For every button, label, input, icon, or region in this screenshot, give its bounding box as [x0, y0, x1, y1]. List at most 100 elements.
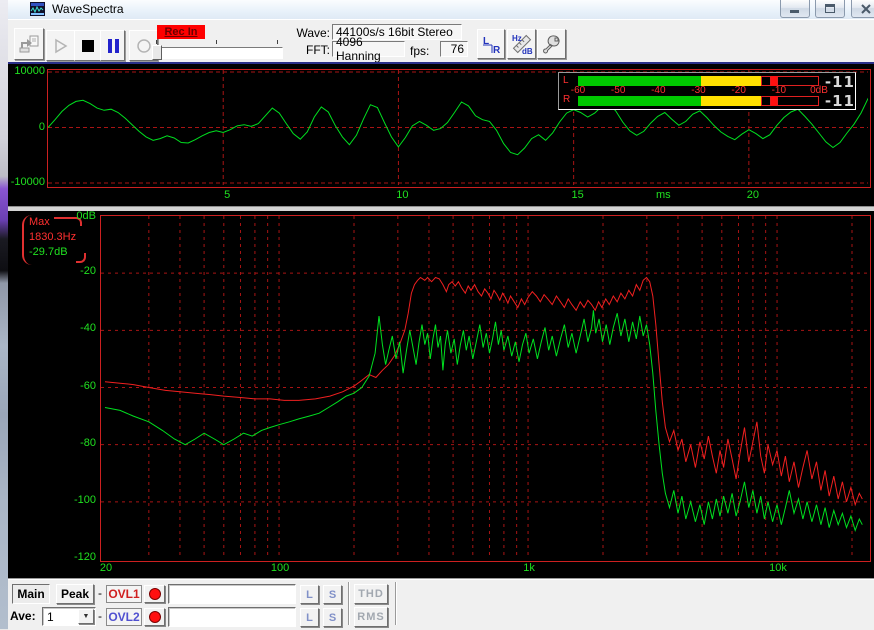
fft-label: FFT:	[288, 43, 330, 57]
spectrum-x-tick-label: 10k	[765, 562, 791, 574]
minimize-icon	[790, 4, 800, 13]
waveform-x-tick-label: 5	[217, 189, 237, 201]
meter-scale-label: -40	[644, 85, 672, 96]
window-title: WaveSpectra	[52, 2, 124, 16]
waveform-y-tick-label: 0	[5, 121, 45, 133]
background-window-edge	[0, 0, 8, 629]
record-dot-icon	[149, 611, 161, 623]
right-channel-trace	[105, 310, 862, 530]
slider-tick	[156, 40, 157, 44]
ovl2-save-button[interactable]: S	[323, 608, 342, 627]
ovl1-button[interactable]: OVL1	[106, 585, 142, 603]
waveform-y-tick-label: 10000	[5, 65, 45, 77]
maximize-icon	[825, 4, 835, 14]
ovl1-save-button[interactable]: S	[323, 585, 342, 604]
play-icon	[53, 38, 69, 54]
wrench-icon	[542, 34, 562, 54]
spectrum-y-tick-label: -60	[56, 380, 96, 392]
waveform-panel: 100000-10000 5101520 ms L R -60-50-40-30…	[8, 64, 874, 206]
meter-green-segment	[578, 76, 701, 86]
ovl1-load-button[interactable]: L	[300, 585, 319, 604]
chevron-down-icon: ▼	[83, 613, 90, 620]
hz-db-scale-icon: Hz dB	[511, 33, 533, 55]
svg-text:Hz: Hz	[512, 34, 522, 43]
slider-tick	[277, 40, 278, 44]
ovl1-record-button[interactable]	[144, 585, 165, 603]
fps-label: fps:	[410, 44, 429, 58]
spectrum-y-top-label: 0dB	[56, 210, 96, 222]
meter-scale-label: -50	[604, 85, 632, 96]
ovl2-button[interactable]: OVL2	[106, 608, 142, 626]
slider-thumb[interactable]	[152, 45, 162, 60]
svg-text:dB: dB	[522, 47, 533, 55]
peak-button[interactable]: Peak	[56, 584, 94, 604]
meter-green-segment	[578, 96, 701, 106]
ovl1-file-field[interactable]	[168, 584, 296, 604]
left-channel-trace	[105, 278, 862, 505]
spectrum-chart	[101, 216, 868, 559]
stop-icon	[82, 40, 94, 52]
waveform-x-tick-label: 10	[392, 189, 412, 201]
max-frequency: 1830.3Hz	[29, 230, 104, 245]
settings-button[interactable]	[537, 29, 566, 59]
bottombar-separator	[395, 582, 396, 625]
maximize-button[interactable]	[815, 0, 845, 18]
play-button[interactable]	[46, 30, 75, 61]
spectrum-y-tick-label: -40	[56, 322, 96, 334]
waveform-y-tick-label: -10000	[5, 176, 45, 188]
dash-label: -	[98, 586, 102, 600]
waveform-x-unit: ms	[656, 189, 671, 201]
record-to-file-icon	[19, 34, 39, 54]
stop-button[interactable]	[74, 30, 102, 61]
close-button[interactable]	[851, 0, 874, 18]
wave-label: Wave:	[288, 26, 330, 40]
hz-db-scale-button[interactable]: Hz dB	[507, 29, 536, 59]
meter-yellow-segment	[701, 96, 761, 106]
meter-left-value: -11	[821, 73, 855, 91]
spectrum-panel: Max 1830.3Hz -29.7dB 0dB -20-40-60-80-10…	[8, 211, 874, 578]
meter-scale-label: -10	[765, 85, 793, 96]
slider-tick	[216, 40, 217, 44]
lr-channel-icon: L R	[481, 34, 501, 54]
title-bar[interactable]: WaveSpectra	[8, 0, 874, 20]
minimize-button[interactable]	[780, 0, 810, 18]
ovl2-load-button[interactable]: L	[300, 608, 319, 627]
waveform-x-tick-label: 15	[568, 189, 588, 201]
fps-value: 76	[440, 41, 468, 57]
ave-combobox[interactable]: 1 ▼	[42, 607, 96, 626]
pause-button[interactable]	[100, 30, 125, 61]
rms-button[interactable]: RMS	[354, 607, 388, 627]
meter-red-outline-segment	[761, 96, 771, 106]
spectrum-plot[interactable]	[100, 215, 871, 562]
thd-button[interactable]: THD	[354, 584, 388, 604]
level-meter: L R -60-50-40-30-20-100dB -11 -11	[558, 72, 856, 110]
app-icon	[30, 2, 45, 16]
main-button[interactable]: Main	[12, 584, 50, 604]
ave-label: Ave:	[10, 609, 36, 623]
spectrum-y-tick-label: -100	[56, 494, 96, 506]
meter-bar-right	[578, 96, 819, 106]
ave-value: 1	[47, 610, 54, 624]
lr-channel-button[interactable]: L R	[477, 29, 505, 59]
spectrum-x-tick-label: 1k	[516, 562, 542, 574]
max-level: -29.7dB	[29, 245, 104, 260]
fft-setting-display: 4096 Hanning	[332, 41, 405, 57]
spectrum-y-tick-label: -80	[56, 437, 96, 449]
ovl2-file-field[interactable]	[168, 607, 296, 627]
bottombar-separator	[348, 582, 349, 625]
position-slider[interactable]	[150, 40, 283, 58]
meter-scale-label: -60	[564, 85, 592, 96]
ovl2-record-button[interactable]	[144, 608, 165, 626]
slider-track[interactable]	[152, 47, 283, 59]
meter-red-outline-segment	[777, 96, 819, 106]
rec-in-status: Rec In	[157, 25, 205, 39]
ave-dropdown-button[interactable]: ▼	[78, 609, 94, 624]
meter-scale-label: -30	[685, 85, 713, 96]
spectrum-x-tick-label: 20	[93, 562, 119, 574]
meter-right-value: -11	[821, 92, 855, 110]
meter-scale-label: -20	[725, 85, 753, 96]
close-icon	[861, 4, 871, 14]
svg-text:R: R	[493, 45, 501, 54]
pause-icon	[107, 39, 119, 53]
record-to-file-button[interactable]	[14, 28, 44, 60]
